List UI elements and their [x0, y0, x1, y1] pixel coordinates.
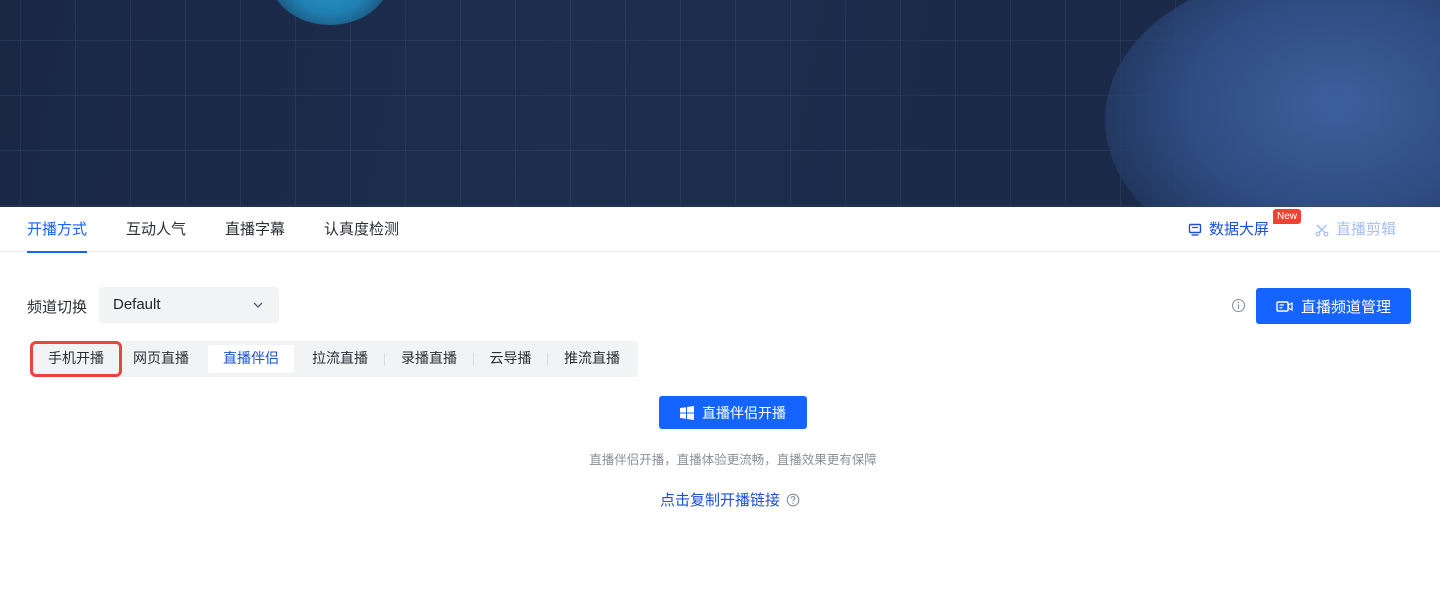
- mode-web[interactable]: 网页直播: [122, 341, 200, 377]
- tab-attention-detection[interactable]: 认真度检测: [324, 207, 399, 252]
- mode-mobile[interactable]: 手机开播: [30, 341, 122, 377]
- new-badge: New: [1273, 209, 1302, 224]
- copy-link-label: 点击复制开播链接: [660, 491, 781, 509]
- tab-bar: 开播方式 互动人气 直播字幕 认真度检测 数据大屏 直播剪辑: [0, 207, 1440, 253]
- broadcast-mode-selector: 手机开播 网页直播 直播伴侣 拉流直播 录播直播 云导播 推流直播: [30, 341, 638, 377]
- channel-select[interactable]: Default: [99, 287, 279, 323]
- scissors-icon: [1315, 224, 1329, 236]
- mode-push-stream[interactable]: 推流直播: [548, 341, 636, 377]
- question-circle-icon[interactable]: [786, 493, 800, 507]
- mode-recorded[interactable]: 录播直播: [385, 341, 473, 377]
- monitor-icon: [1188, 223, 1202, 236]
- channel-select-value: Default: [113, 296, 161, 313]
- tab-broadcast-method[interactable]: 开播方式: [27, 207, 88, 253]
- data-screen-link[interactable]: 数据大屏: [1188, 207, 1269, 252]
- header-banner: [0, 0, 1440, 207]
- mode-cloud-director[interactable]: 云导播: [474, 341, 547, 377]
- chevron-down-icon: [253, 302, 263, 308]
- channel-manage-button[interactable]: 直播频道管理: [1256, 288, 1411, 324]
- channel-manage-label: 直播频道管理: [1300, 297, 1391, 316]
- live-clip-label: 直播剪辑: [1336, 220, 1397, 238]
- mode-companion[interactable]: 直播伴侣: [208, 345, 294, 373]
- channel-switch-label: 频道切换: [27, 298, 88, 316]
- copy-broadcast-link[interactable]: 点击复制开播链接: [660, 489, 800, 510]
- video-camera-icon: [1276, 300, 1293, 312]
- live-clip-link[interactable]: 直播剪辑: [1315, 207, 1396, 252]
- data-screen-label: 数据大屏: [1209, 220, 1270, 238]
- banner-glow-orb-large: [1105, 0, 1440, 207]
- companion-start-button[interactable]: 直播伴侣开播: [659, 396, 807, 429]
- companion-start-label: 直播伴侣开播: [702, 405, 786, 422]
- windows-icon: [680, 405, 694, 420]
- info-icon[interactable]: [1231, 298, 1246, 313]
- tab-interaction-popularity[interactable]: 互动人气: [126, 207, 186, 252]
- tab-live-subtitles[interactable]: 直播字幕: [225, 207, 285, 252]
- mode-pull-stream[interactable]: 拉流直播: [296, 341, 384, 377]
- companion-hint-text: 直播伴侣开播，直播体验更流畅，直播效果更有保障: [589, 452, 877, 467]
